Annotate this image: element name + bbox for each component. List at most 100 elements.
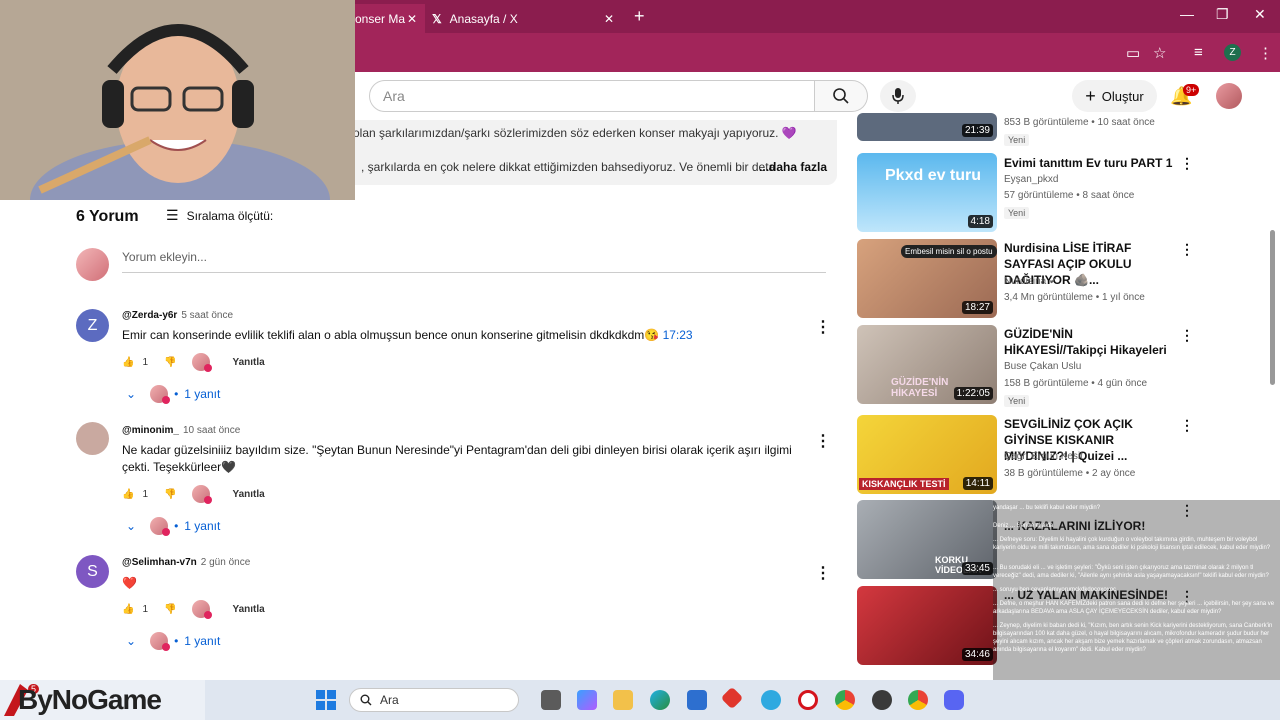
browser-menu-icon[interactable]: ⋮ <box>1258 44 1273 62</box>
view-replies-button[interactable]: ⌄ • 1 yanıt <box>126 517 220 536</box>
close-icon[interactable]: ✕ <box>407 12 417 26</box>
sort-button[interactable]: ☰ Sıralama ölçütü: <box>166 207 273 224</box>
task-view-icon[interactable] <box>541 690 561 710</box>
copilot-icon[interactable] <box>577 690 597 710</box>
video-channel[interactable]: Nurdisina ✔ <box>1004 276 1057 287</box>
x-logo-icon: 𝕏 <box>432 11 442 26</box>
comment-time[interactable]: 2 gün önce <box>201 557 251 568</box>
video-menu-icon[interactable]: ⋮ <box>1180 417 1194 434</box>
comment-avatar[interactable]: S <box>76 555 109 588</box>
comment-author[interactable]: @minonim_ <box>122 425 179 436</box>
start-button[interactable] <box>316 690 336 710</box>
video-duration: 34:46 <box>961 648 993 661</box>
search-button[interactable] <box>815 80 868 112</box>
comment-timestamp-link[interactable]: 17:23 <box>663 328 693 342</box>
account-avatar[interactable] <box>1216 83 1242 109</box>
create-label: Oluştur <box>1101 88 1144 104</box>
dislike-icon[interactable]: 👎 <box>164 489 176 500</box>
video-channel[interactable]: Eyşan_pkxd <box>1004 174 1058 185</box>
video-thumbnail[interactable]: Embesil misin sil o postu 18:27 <box>857 239 997 318</box>
cast-icon[interactable]: ▭ <box>1126 44 1140 62</box>
chat-message: ... Bu sorudaki eli ... ve işletim şeyle… <box>993 565 1269 579</box>
app-icon[interactable] <box>761 690 781 710</box>
new-tab-button[interactable]: + <box>634 6 645 27</box>
creator-heart-icon <box>192 485 213 504</box>
chrome-profile-icon[interactable] <box>908 690 928 710</box>
taskbar-search[interactable]: Ara <box>349 688 519 712</box>
voice-search-button[interactable] <box>880 80 916 112</box>
chat-message: Deniz ... Şeritte el alda <box>993 523 1054 529</box>
search-input[interactable]: Ara <box>369 80 815 112</box>
comment-menu-icon[interactable]: ⋮ <box>815 317 831 337</box>
chrome-icon[interactable] <box>835 690 855 710</box>
sidebar-scrollbar[interactable] <box>1270 230 1275 385</box>
discord-icon[interactable] <box>944 690 964 710</box>
like-icon[interactable]: 👍 <box>122 357 134 368</box>
video-menu-icon[interactable]: ⋮ <box>1180 241 1194 258</box>
obs-icon[interactable] <box>872 690 892 710</box>
bookmark-star-icon[interactable]: ☆ <box>1153 44 1166 62</box>
video-meta: 57 görüntüleme • 8 saat önce <box>1004 190 1135 201</box>
chevron-down-icon: ⌄ <box>126 634 137 648</box>
comment-body: ❤️ <box>122 576 137 590</box>
comment-avatar[interactable] <box>76 422 109 455</box>
comment-time[interactable]: 10 saat önce <box>183 425 240 436</box>
view-replies-button[interactable]: ⌄ • 1 yanıt <box>126 632 220 651</box>
sort-label: Sıralama ölçütü: <box>186 208 274 223</box>
windows-logo-icon <box>316 690 325 699</box>
close-icon[interactable]: ✕ <box>604 12 614 26</box>
browser-profile-avatar[interactable]: Z <box>1224 44 1241 61</box>
comment-author[interactable]: @Zerda-y6r <box>122 310 177 321</box>
description-line: olan şarkılarımızdan/şarkı sözlerimizden… <box>353 126 797 140</box>
like-icon[interactable]: 👍 <box>122 604 134 615</box>
video-meta: 38 B görüntüleme • 2 ay önce <box>1004 468 1136 479</box>
video-channel[interactable]: Çağrı Ergün Kesit <box>1004 451 1083 462</box>
video-title[interactable]: Evimi tanıttım Ev turu PART 1 <box>1004 155 1174 171</box>
create-button[interactable]: + Oluştur <box>1072 80 1157 112</box>
comment-menu-icon[interactable]: ⋮ <box>815 431 831 451</box>
view-replies-button[interactable]: ⌄ • 1 yanıt <box>126 385 221 404</box>
video-thumbnail[interactable]: KORKU VİDEOLAR 33:45 <box>857 500 997 579</box>
video-title[interactable]: GÜZİDE'NİN HİKAYESİ//Takipçi Hikayeleri <box>1004 326 1174 358</box>
reply-button[interactable]: Yanıtla <box>232 489 264 500</box>
close-window-icon[interactable]: ✕ <box>1254 6 1266 23</box>
tab-konser[interactable]: onser Ma ✕ <box>355 4 425 33</box>
video-thumbnail[interactable]: Pkxd ev turu 4:18 <box>857 153 997 232</box>
video-menu-icon[interactable]: ⋮ <box>1180 155 1194 172</box>
video-thumbnail[interactable]: 34:46 <box>857 586 997 665</box>
video-thumbnail[interactable]: 21:39 <box>857 113 997 141</box>
dislike-icon[interactable]: 👎 <box>164 604 176 615</box>
opera-icon[interactable] <box>798 690 818 710</box>
add-comment-input[interactable]: Yorum ekleyin... <box>122 250 826 273</box>
comment-menu-icon[interactable]: ⋮ <box>815 563 831 583</box>
video-thumbnail[interactable]: KISKANÇLIK TESTİ 14:11 <box>857 415 997 494</box>
minimize-icon[interactable]: — <box>1180 6 1194 22</box>
dislike-icon[interactable]: 👎 <box>164 357 176 368</box>
video-description[interactable]: olan şarkılarımızdan/şarkı sözlerimizden… <box>347 120 837 185</box>
chevron-down-icon: ⌄ <box>126 519 137 533</box>
tab-x[interactable]: 𝕏 Anasayfa / X ✕ <box>432 4 622 33</box>
video-channel[interactable]: Buse Çakan Uslu <box>1004 361 1081 372</box>
edge-icon[interactable] <box>650 690 670 710</box>
restore-icon[interactable]: ❐ <box>1216 6 1229 23</box>
reply-button[interactable]: Yanıtla <box>232 357 264 368</box>
reply-button[interactable]: Yanıtla <box>232 604 264 615</box>
video-meta: 158 B görüntüleme • 4 gün önce <box>1004 378 1148 389</box>
bullet: • <box>174 387 179 401</box>
media-controls-icon[interactable]: ≡ <box>1194 44 1203 61</box>
creator-avatar <box>150 632 171 651</box>
video-thumbnail[interactable]: GÜZİDE'NİN HİKAYESİ 1:22:05 <box>857 325 997 404</box>
video-meta: 3,4 Mn görüntüleme • 1 yıl önce <box>1004 292 1145 303</box>
file-explorer-icon[interactable] <box>613 690 633 710</box>
search-icon <box>833 88 849 104</box>
video-menu-icon[interactable]: ⋮ <box>1180 327 1194 344</box>
like-icon[interactable]: 👍 <box>122 489 134 500</box>
comment-time[interactable]: 5 saat önce <box>181 310 233 321</box>
show-more-link[interactable]: ...daha fazla <box>759 160 827 174</box>
sort-icon: ☰ <box>166 207 179 223</box>
comment-avatar[interactable]: Z <box>76 309 109 342</box>
store-icon[interactable] <box>687 690 707 710</box>
creator-heart-icon <box>192 600 213 619</box>
reply-count: 1 yanıt <box>184 387 221 401</box>
comment-author[interactable]: @Selimhan-v7n <box>122 557 197 568</box>
